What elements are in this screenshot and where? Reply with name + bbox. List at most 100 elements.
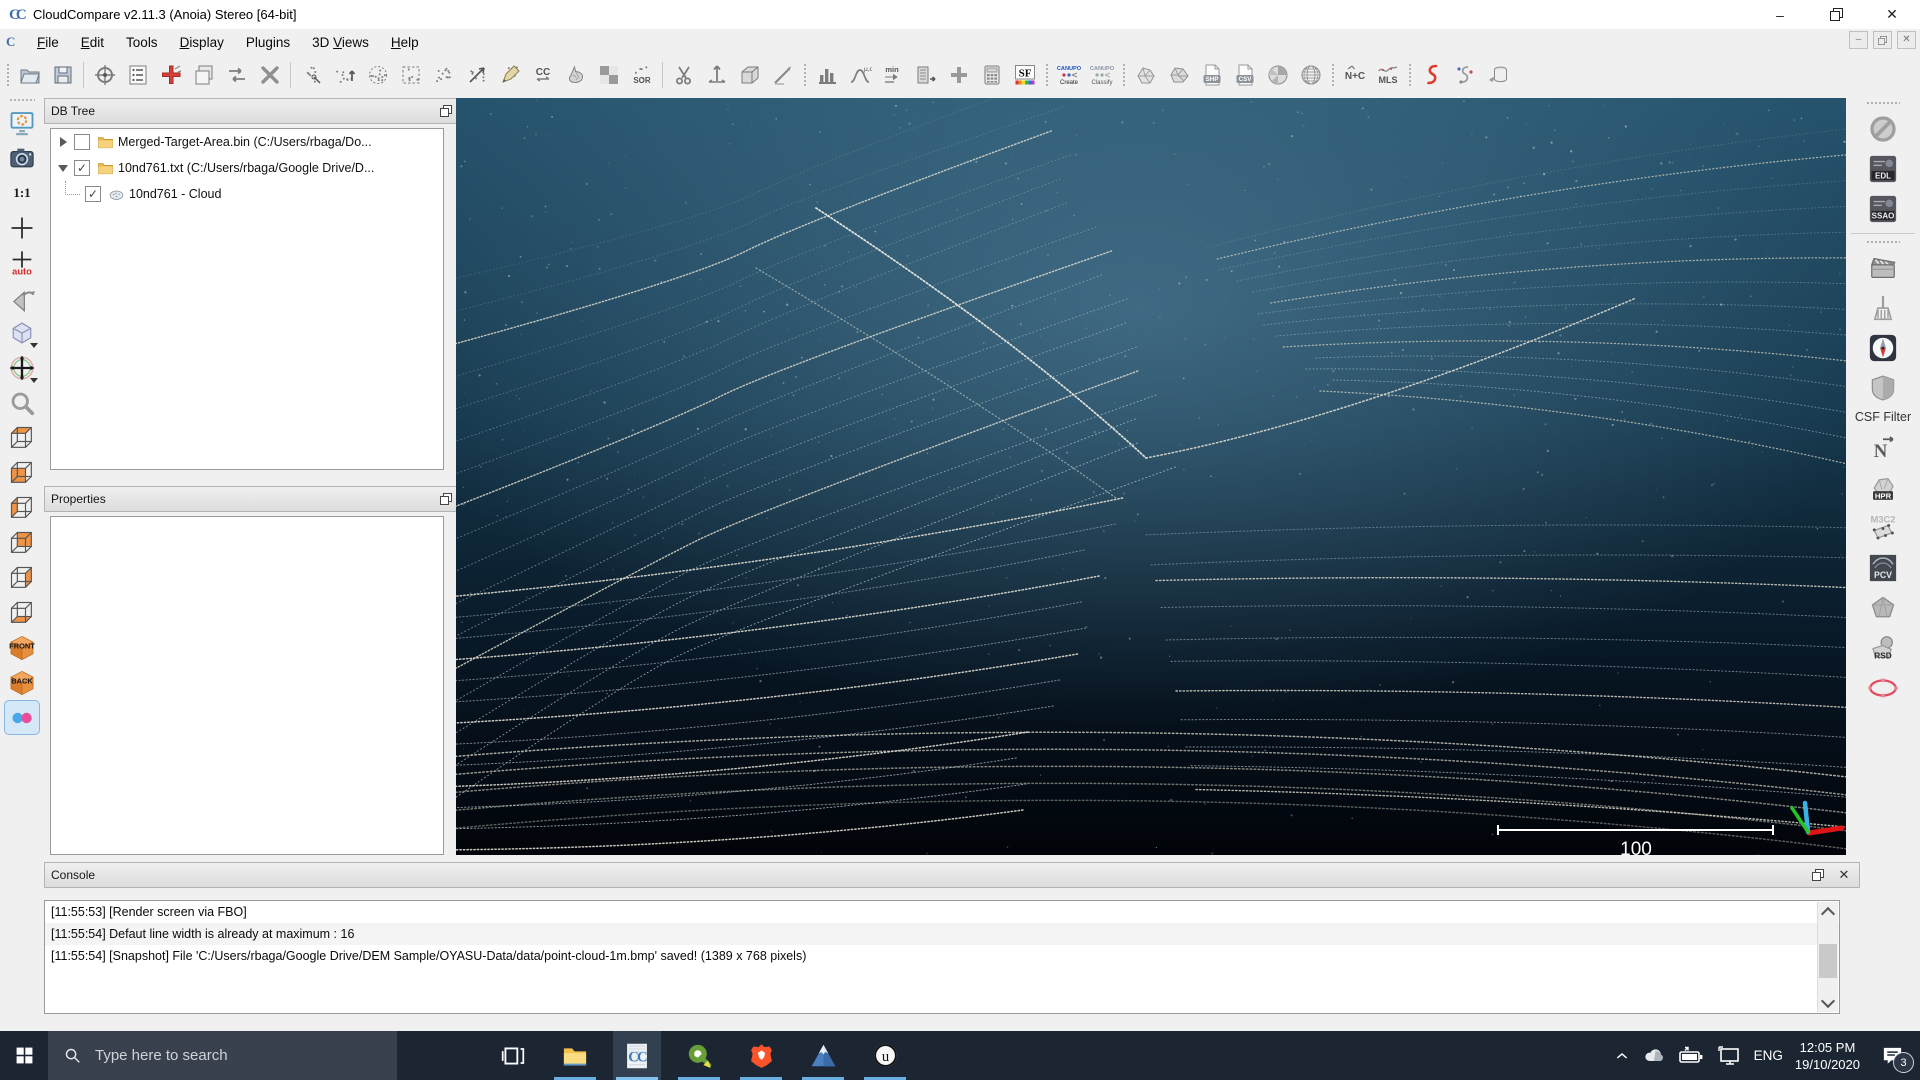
point-picking-button[interactable] [297, 60, 327, 90]
display-options-button[interactable] [4, 105, 40, 140]
contour-ellipse-button[interactable] [1863, 668, 1903, 708]
m3c2-button[interactable]: M3C2 [1863, 508, 1903, 548]
3d-viewport[interactable]: 100 [456, 98, 1846, 855]
view-back-button[interactable] [4, 525, 40, 560]
tree-item[interactable]: ✓10nd761 - Cloud [51, 181, 443, 207]
spline-tool-button[interactable] [1417, 60, 1447, 90]
histogram-button[interactable] [812, 60, 842, 90]
pivot-rotation-center-button[interactable] [90, 60, 120, 90]
network-icon[interactable] [1716, 1043, 1742, 1069]
file-explorer-taskbar-icon[interactable] [551, 1031, 599, 1080]
view-front-button[interactable] [4, 455, 40, 490]
auto-pick-center-button[interactable]: auto [4, 245, 40, 280]
menu-help[interactable]: Help [380, 31, 430, 54]
menu-3d-views[interactable]: 3D Views [301, 31, 380, 54]
sf-arithmetic-button[interactable] [911, 60, 941, 90]
pick-rotation-center-button[interactable] [4, 210, 40, 245]
pattern-checker-button[interactable] [594, 60, 624, 90]
restore-button[interactable] [1808, 0, 1864, 29]
facets-pentagon-button[interactable] [1863, 588, 1903, 628]
taskbar-clock[interactable]: 12:05 PM 19/10/2020 [1795, 1039, 1860, 1073]
cloudcompare-taskbar-icon[interactable]: CC [613, 1031, 661, 1080]
noise-filter-button[interactable] [363, 60, 393, 90]
mdi-close-button[interactable]: ✕ [1897, 31, 1916, 49]
visibility-checkbox[interactable] [74, 134, 90, 150]
mountain-app-taskbar-icon[interactable] [799, 1031, 847, 1080]
octree-button[interactable] [396, 60, 426, 90]
stereogram-disc-button[interactable] [1263, 60, 1293, 90]
hpr-button[interactable]: HPR [1863, 468, 1903, 508]
properties-float-icon[interactable] [437, 490, 455, 508]
minimize-button[interactable]: – [1752, 0, 1808, 29]
extract-sections-button[interactable] [1483, 60, 1513, 90]
view-front-iso-button[interactable]: FRONT [4, 630, 40, 665]
visibility-checkbox[interactable]: ✓ [74, 160, 90, 176]
edl-shader-button[interactable]: EDL [1863, 149, 1903, 189]
scroll-up-icon[interactable] [1818, 902, 1838, 920]
rotate-camera-button[interactable] [4, 280, 40, 315]
view-top-button[interactable] [4, 420, 40, 455]
properties-list-button[interactable] [123, 60, 153, 90]
onedrive-icon[interactable] [1642, 1044, 1666, 1068]
view-bottom-button[interactable] [4, 595, 40, 630]
mdi-minimize-button[interactable]: – [1849, 31, 1868, 49]
scroll-thumb[interactable] [1819, 944, 1837, 978]
level-button[interactable] [768, 60, 798, 90]
csf-filter-button[interactable] [1863, 368, 1903, 408]
interactive-segment-button[interactable] [495, 60, 525, 90]
dropdown-caret-icon[interactable] [30, 343, 38, 348]
min-filter-button[interactable]: min [878, 60, 908, 90]
collapse-icon[interactable] [57, 165, 69, 172]
dbtree-float-icon[interactable] [437, 102, 455, 120]
view-back-iso-button[interactable]: BACK [4, 665, 40, 700]
facets-classify-button[interactable] [1164, 60, 1194, 90]
gaussian-filter-button[interactable]: μ,σ [845, 60, 875, 90]
sf-calculator-button[interactable] [977, 60, 1007, 90]
subsample-button[interactable] [330, 60, 360, 90]
compass-button[interactable] [1863, 328, 1903, 368]
pan-view-button[interactable] [4, 350, 40, 385]
random-sample-button[interactable] [429, 60, 459, 90]
menu-edit[interactable]: Edit [70, 31, 115, 54]
tree-item[interactable]: ✓10nd761.txt (C:/Users/rbaga/Google Driv… [51, 155, 443, 181]
language-indicator[interactable]: ENG [1754, 1048, 1783, 1063]
search-input[interactable] [93, 1046, 377, 1065]
clipping-box-button[interactable] [735, 60, 765, 90]
export-csv-button[interactable]: CSV [1230, 60, 1260, 90]
console-close-icon[interactable]: ✕ [1835, 866, 1853, 884]
mls-smoothing-button[interactable]: MLS [1373, 60, 1403, 90]
fit-plane-button[interactable] [462, 60, 492, 90]
sf-add-button[interactable] [944, 60, 974, 90]
view-right-button[interactable] [4, 560, 40, 595]
segmentation-tool-button[interactable] [1450, 60, 1480, 90]
zoom-1-1-button[interactable]: 1:1 [4, 175, 40, 210]
facets-extract-button[interactable] [1131, 60, 1161, 90]
canupo-classify-button[interactable]: CANUPOClassify [1087, 60, 1117, 90]
animation-button[interactable] [1863, 248, 1903, 288]
dropdown-caret-icon[interactable] [30, 378, 38, 383]
sor-filter-button[interactable]: SOR [627, 60, 657, 90]
stereogram-globe-button[interactable] [1296, 60, 1326, 90]
console-float-icon[interactable] [1809, 866, 1827, 884]
export-shp-button[interactable]: SHP [1197, 60, 1227, 90]
ssao-shader-button[interactable]: SSAO [1863, 189, 1903, 229]
sf-colors-button[interactable]: SF [1010, 60, 1040, 90]
view-left-button[interactable] [4, 490, 40, 525]
cloud-cloud-distance-button[interactable]: CC [528, 60, 558, 90]
menu-tools[interactable]: Tools [115, 31, 169, 54]
save-button[interactable] [48, 60, 78, 90]
normals-arrow-button[interactable]: N [1863, 428, 1903, 468]
menu-display[interactable]: Display [169, 31, 235, 54]
clone-button[interactable] [189, 60, 219, 90]
delete-button[interactable] [255, 60, 285, 90]
apply-transformation-button[interactable] [222, 60, 252, 90]
hidden-icons-chevron-icon[interactable] [1614, 1048, 1630, 1064]
taskbar-search[interactable] [48, 1031, 397, 1080]
unreal-engine-taskbar-icon[interactable]: u [861, 1031, 909, 1080]
menu-plugins[interactable]: Plugins [235, 31, 301, 54]
canupo-create-button[interactable]: CANUPOCreate [1054, 60, 1084, 90]
mesh-sampling-button[interactable] [561, 60, 591, 90]
zoom-magnifier-button[interactable] [4, 385, 40, 420]
expand-icon[interactable] [57, 137, 69, 147]
visibility-checkbox[interactable]: ✓ [85, 186, 101, 202]
